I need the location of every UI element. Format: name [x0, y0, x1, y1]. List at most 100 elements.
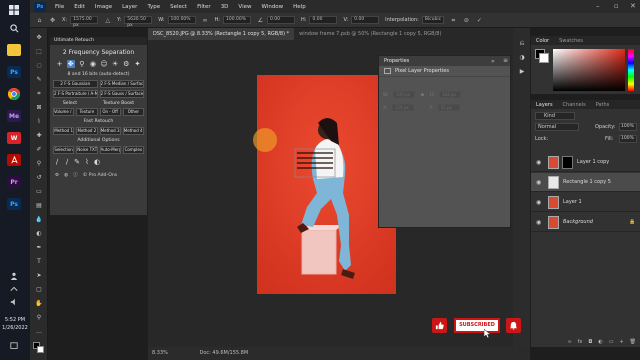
marquee-tool-icon[interactable]: ⬚ — [34, 48, 44, 56]
collapse-icon[interactable]: » — [491, 58, 495, 65]
fs-gauss-surface-button[interactable]: 2 F-S Gauss / Surface — [99, 90, 144, 98]
prop-w-field[interactable]: 335 px — [393, 91, 416, 98]
retouch-panel-header[interactable]: Ultimate Retouch — [50, 37, 147, 45]
clock-date[interactable]: 1/26/2022 — [0, 325, 30, 331]
interpolation-select[interactable]: Bicubic — [421, 16, 444, 24]
tab-paths[interactable]: Paths — [591, 102, 615, 108]
prop-h-field[interactable]: 102 px — [439, 91, 462, 98]
volume-button[interactable]: Volume / A — [53, 108, 75, 116]
menu-layer[interactable]: Layer — [117, 4, 142, 10]
method-4-button[interactable]: Method 4 / A — [122, 127, 144, 135]
clone-stamp-tool-icon[interactable]: ⚲ — [34, 160, 44, 168]
eye-icon[interactable]: ◉ — [536, 199, 541, 206]
move-tool-icon[interactable]: ✥ — [49, 17, 56, 24]
bg-color-chip[interactable] — [539, 53, 549, 63]
tab-window-frame[interactable]: window frame 7.psb @ 50% (Rectangle 1 co… — [294, 28, 446, 40]
eye-icon[interactable]: ◉ — [536, 179, 541, 186]
search-icon[interactable] — [7, 22, 21, 34]
fill-field[interactable]: 100% — [619, 135, 637, 143]
tab-dsc8520[interactable]: DSC_8520.JPG @ 8.33% (Rectangle 1 copy 5… — [148, 28, 295, 40]
quick-select-tool-icon[interactable]: ✎ — [34, 76, 44, 84]
method-1-button[interactable]: Method 1 — [53, 127, 75, 135]
trash-icon[interactable]: 🗑 — [630, 339, 636, 347]
fx-icon[interactable]: fx — [578, 339, 583, 347]
close-icon[interactable]: ✕ — [630, 2, 636, 10]
delta-icon[interactable]: △ — [104, 17, 111, 24]
gradient-tool-icon[interactable]: ▤ — [34, 202, 44, 210]
group-icon[interactable]: ▭ — [609, 339, 614, 347]
type-tool-icon[interactable]: T — [34, 258, 44, 266]
add-icon[interactable]: + — [56, 60, 64, 68]
bell-icon[interactable] — [506, 318, 521, 333]
y-field[interactable]: 5630.50 px — [124, 16, 153, 28]
doc-size[interactable]: Doc: 49.6M/155.8M — [199, 350, 248, 356]
menu-view[interactable]: View — [233, 4, 256, 10]
opacity-field[interactable]: 100% — [619, 123, 637, 131]
move-icon[interactable]: ✥ — [66, 60, 75, 68]
wps-office-icon[interactable]: W — [7, 132, 21, 144]
person-icon[interactable] — [7, 270, 21, 282]
zoom-level[interactable]: 8.33% — [152, 350, 168, 356]
angle-field[interactable]: 0.00 — [267, 16, 295, 24]
home-icon[interactable]: ⌂ — [36, 17, 43, 24]
clock-time[interactable]: 5:52 PM — [0, 317, 30, 323]
h-skew-field[interactable]: 0.00 — [309, 16, 338, 24]
contrast-icon[interactable]: ◐ — [93, 158, 101, 166]
pen-icon[interactable]: ✎ — [73, 158, 81, 166]
menu-type[interactable]: Type — [142, 4, 165, 10]
menu-3d[interactable]: 3D — [216, 4, 234, 10]
selection-button[interactable]: Selection — [53, 146, 75, 154]
eye-icon[interactable]: ◉ — [536, 219, 541, 226]
dodge-tool-icon[interactable]: ◐ — [34, 230, 44, 238]
zoom-tool-icon[interactable]: ⚲ — [34, 314, 44, 322]
chevron-up-icon[interactable] — [7, 283, 21, 295]
menu-filter[interactable]: Filter — [192, 4, 216, 10]
blend-mode-select[interactable]: Normal — [535, 123, 579, 131]
w-field[interactable]: 100.00% — [167, 16, 196, 24]
dropper-icon[interactable]: ⌇ — [83, 158, 91, 166]
tab-swatches[interactable]: Swatches — [554, 38, 588, 44]
link-icon[interactable]: ∞ — [202, 17, 209, 24]
subscribe-button[interactable]: SUBSCRIBED — [454, 318, 500, 333]
menu-select[interactable]: Select — [165, 4, 192, 10]
link-layers-icon[interactable]: ∞ — [567, 339, 571, 347]
pen-tool-icon[interactable]: ✒ — [34, 244, 44, 252]
circle-icon[interactable]: ◉ — [89, 60, 97, 68]
eye-icon[interactable]: ◉ — [536, 159, 541, 166]
eyedropper-tool-icon[interactable]: ⌇ — [34, 118, 44, 126]
texture-button[interactable]: Texture — [76, 108, 98, 116]
warp-icon[interactable]: ⌗ — [450, 17, 457, 24]
adjustments-icon[interactable]: ◑ — [517, 54, 527, 62]
background-color-swatch[interactable] — [37, 346, 44, 353]
move-tool-icon[interactable]: ✥ — [34, 34, 44, 42]
menu-file[interactable]: File — [50, 4, 69, 10]
sun-icon[interactable]: ☀ — [111, 60, 119, 68]
eraser-tool-icon[interactable]: ▭ — [34, 188, 44, 196]
more-tools-icon[interactable]: … — [34, 328, 44, 336]
method-3-button[interactable]: Method 3 — [99, 127, 121, 135]
maximize-icon[interactable]: ▫ — [614, 2, 619, 10]
panel-menu-icon[interactable]: ≡ — [503, 57, 508, 64]
photoshop-taskbar-icon[interactable]: Ps — [7, 66, 21, 78]
complex-button[interactable]: Complex — [122, 146, 144, 154]
minimize-icon[interactable]: – — [596, 2, 600, 10]
layer-filter-kind[interactable]: Kind — [535, 112, 575, 120]
premiere-icon[interactable]: Pr — [7, 176, 21, 188]
menu-image[interactable]: Image — [90, 4, 117, 10]
auto-merge-button[interactable]: Auto-Merge — [99, 146, 121, 154]
face-icon[interactable]: ☺ — [100, 60, 108, 68]
gamepad-icon[interactable]: ✦ — [133, 60, 141, 68]
hue-slider[interactable] — [628, 49, 634, 91]
frame-tool-icon[interactable]: ⊠ — [34, 104, 44, 112]
info-icon[interactable]: ⓘ — [73, 172, 78, 178]
cancel-transform-icon[interactable]: ⊘ — [463, 17, 470, 24]
windows-start-icon[interactable] — [7, 4, 21, 16]
layer-row[interactable]: ◉ Layer 1 — [531, 193, 640, 212]
crop-tool-icon[interactable]: ⌗ — [34, 90, 44, 98]
gear-icon[interactable]: ⚙ — [122, 60, 130, 68]
photo-canvas[interactable] — [257, 75, 396, 294]
history-brush-tool-icon[interactable]: ↺ — [34, 174, 44, 182]
acrobat-icon[interactable] — [7, 154, 21, 166]
thumbs-up-icon[interactable] — [432, 318, 447, 333]
method-2-button[interactable]: Method 2 — [76, 127, 98, 135]
